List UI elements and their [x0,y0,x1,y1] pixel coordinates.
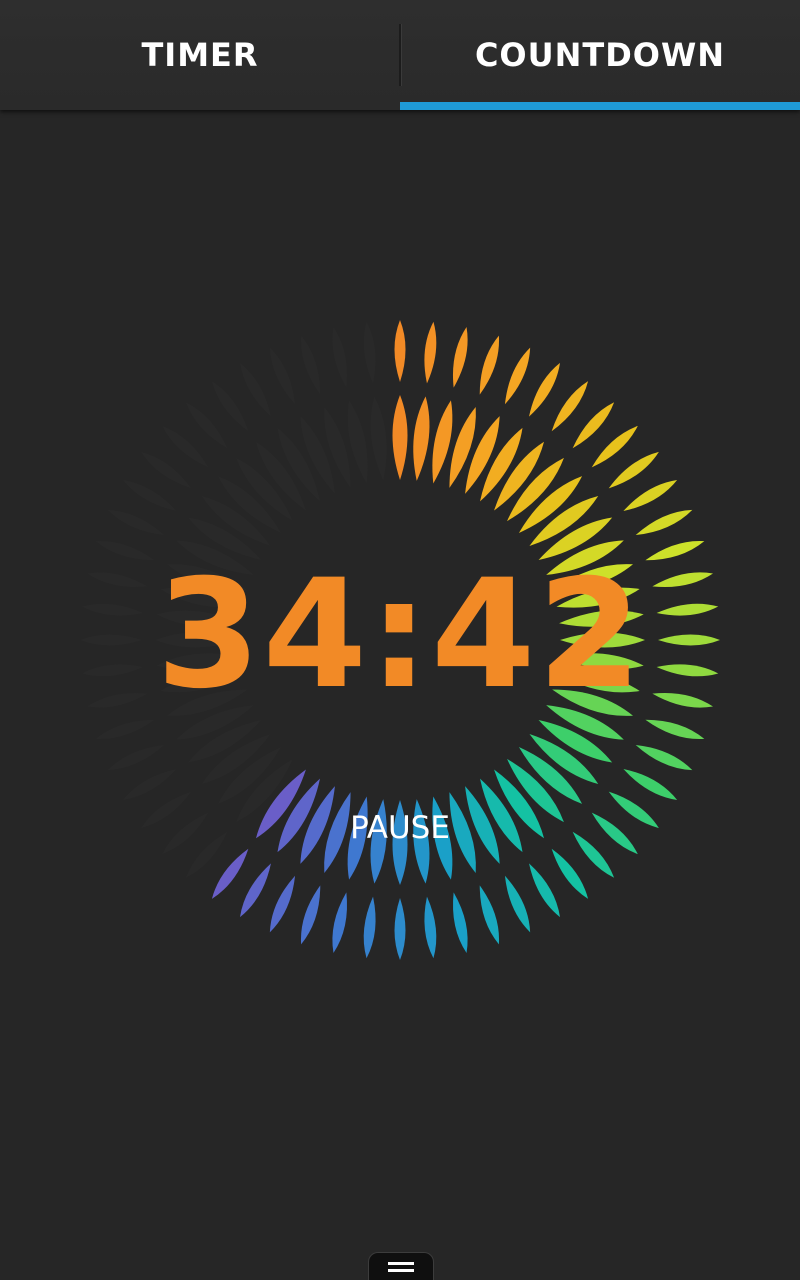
active-tab-indicator [400,102,800,110]
tab-countdown[interactable]: COUNTDOWN [400,0,800,110]
dial-segment-active-outer [645,719,705,740]
dial-segment-active-outer [528,863,560,918]
dial-segment-active-outer [635,744,693,771]
dial-segment-active-outer [300,885,321,945]
dial-segment-active-outer [479,335,500,395]
dial-segment-active-inner [392,395,408,480]
dial-segment-inactive-inner [370,396,387,481]
dial-segment-active-outer [332,892,347,954]
dial-segment-active-outer [623,768,678,800]
dial-segment-inactive-outer [300,335,321,395]
dial-segment-inactive-outer [269,347,296,405]
dial-segment-active-outer [504,347,531,405]
dial-segment-active-outer [453,892,468,954]
countdown-screen: TIMER COUNTDOWN 34:42 PAUSE [0,0,800,1280]
countdown-time: 34:42 [156,548,644,722]
dial-segment-active-outer [269,875,296,933]
dial-segment-active-outer [240,863,271,918]
dial-segment-active-outer [529,362,560,417]
tab-timer[interactable]: TIMER [0,0,400,110]
dial-segment-active-outer [424,321,437,384]
dial-segment-inactive-outer [107,744,165,771]
dial-segment-active-inner [413,396,430,481]
dial-segment-active-outer [504,875,531,933]
dial-segment-active-outer [394,320,406,382]
pause-button[interactable]: PAUSE [300,798,500,858]
tab-timer-label: TIMER [141,36,259,74]
dial-segment-active-outer [479,885,500,945]
tab-countdown-label: COUNTDOWN [474,36,726,74]
dial-segment-active-outer [424,896,437,959]
dial-segment-inactive-outer [122,480,177,512]
dial-segment-inactive-outer [363,321,376,384]
dial-segment-inactive-outer [95,719,155,740]
dial-segment-inactive-outer [107,509,165,536]
dial-segment-inactive-outer [240,362,272,417]
dial-segment-inactive-outer [122,768,177,800]
dial-segment-inactive-outer [332,326,347,388]
dial-segment-active-outer [363,896,376,959]
tab-bar: TIMER COUNTDOWN [0,0,800,110]
dial-segment-active-outer [453,326,468,388]
dial-segment-active-outer [394,898,406,960]
dial-segment-active-outer [623,480,678,512]
dial-segment-active-outer [635,509,693,536]
menu-lines-icon[interactable] [368,1252,434,1280]
